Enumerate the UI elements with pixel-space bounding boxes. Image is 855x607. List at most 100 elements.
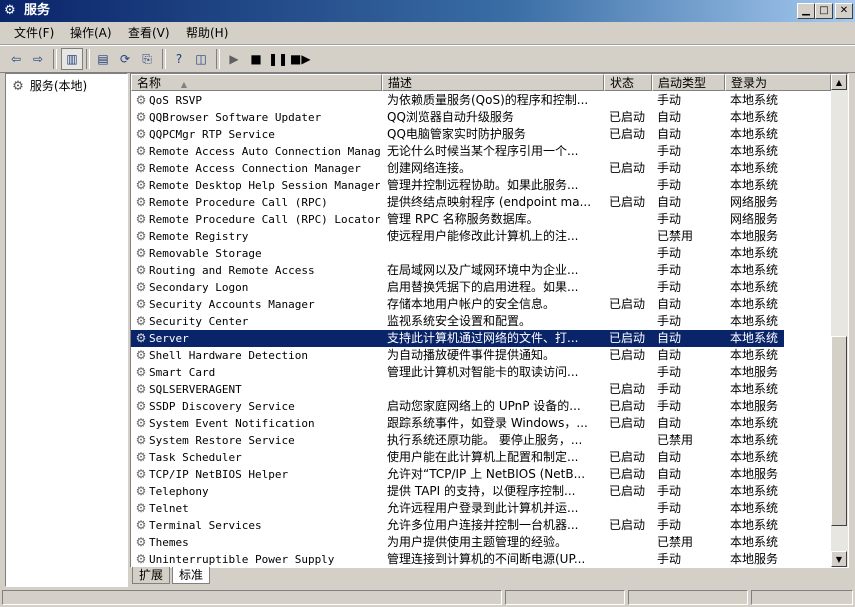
service-row[interactable]: ⚙ Remote Access Auto Connection Manager 无论… bbox=[131, 143, 784, 160]
service-row[interactable]: ⚙ Security Accounts Manager 存储本地用户帐户的安全信息。… bbox=[131, 296, 784, 313]
status-panel-2 bbox=[505, 590, 625, 605]
service-row[interactable]: ⚙ Themes 为用户提供使用主题管理的经验。 已禁用 本地系统 bbox=[131, 534, 784, 551]
help-icon[interactable]: ? bbox=[169, 49, 189, 69]
service-status: 已启动 bbox=[609, 399, 646, 413]
service-description: 使用户能在此计算机上配置和制定... bbox=[387, 450, 579, 464]
forward-icon[interactable]: ⇨ bbox=[28, 49, 48, 69]
menu-help[interactable]: 帮助(H) bbox=[184, 25, 230, 41]
scroll-thumb[interactable] bbox=[831, 336, 847, 526]
menu-action[interactable]: 操作(A) bbox=[68, 25, 114, 41]
scroll-up-button[interactable]: ▲ bbox=[831, 74, 847, 90]
properties-icon[interactable]: ▤ bbox=[93, 49, 113, 69]
service-row[interactable]: ⚙ Server 支持此计算机通过网络的文件、打... 已启动 自动 本地系统 bbox=[131, 330, 784, 347]
service-logon-as: 本地系统 bbox=[730, 331, 779, 345]
export-list-icon[interactable]: ⎘ bbox=[137, 49, 157, 69]
service-row[interactable]: ⚙ Remote Desktop Help Session Manager 管理并控… bbox=[131, 177, 784, 194]
service-description: 启用替换凭据下的启用进程。如果... bbox=[387, 280, 579, 294]
service-row[interactable]: ⚙ TCP/IP NetBIOS Helper 允许对“TCP/IP 上 NetBI… bbox=[131, 466, 784, 483]
service-row[interactable]: ⚙ SQLSERVERAGENT 已启动 手动 本地系统 bbox=[131, 381, 784, 398]
toolbar-separator bbox=[216, 49, 220, 69]
service-logon-as: 本地系统 bbox=[730, 501, 779, 515]
service-logon-as: 本地系统 bbox=[730, 314, 779, 328]
service-name-cell: ⚙ Shell Hardware Detection bbox=[133, 347, 380, 364]
service-row[interactable]: ⚙ Telephony 提供 TAPI 的支持，以便程序控制... 已启动 手动 本地系统 bbox=[131, 483, 784, 500]
gear-icon: ⚙ bbox=[135, 450, 147, 464]
service-row[interactable]: ⚙ Security Center 监视系统安全设置和配置。 手动 本地系统 bbox=[131, 313, 784, 330]
service-logon-as: 本地系统 bbox=[730, 161, 779, 175]
service-name: Secondary Logon bbox=[149, 281, 249, 294]
column-header-startup-type[interactable]: 启动类型 bbox=[652, 74, 725, 91]
service-row[interactable]: ⚙ Uninterruptible Power Supply 管理连接到计算机的不间… bbox=[131, 551, 784, 567]
gear-icon: ⚙ bbox=[135, 382, 147, 396]
service-row[interactable]: ⚙ Telnet 允许远程用户登录到此计算机并运... 手动 本地系统 bbox=[131, 500, 784, 517]
menu-file[interactable]: 文件(F) bbox=[12, 25, 56, 41]
stop-service-icon[interactable]: ■ bbox=[246, 49, 266, 69]
toolbar-separator bbox=[53, 49, 57, 69]
service-name-cell: ⚙ Uninterruptible Power Supply bbox=[133, 551, 380, 567]
service-row[interactable]: ⚙ Remote Registry 使远程用户能修改此计算机上的注... 已禁用 本地服… bbox=[131, 228, 784, 245]
column-header-logon-as[interactable]: 登录为 bbox=[725, 74, 831, 91]
show-action-pane-icon[interactable]: ◫ bbox=[191, 49, 211, 69]
service-row[interactable]: ⚙ Terminal Services 允许多位用户连接并控制一台机器... 已启动手… bbox=[131, 517, 784, 534]
service-name: QoS RSVP bbox=[149, 94, 202, 107]
service-status: 已启动 bbox=[609, 518, 646, 532]
back-icon[interactable]: ⇦ bbox=[6, 49, 26, 69]
tree-item-services-local[interactable]: ⚙ 服务(本地) bbox=[10, 77, 87, 95]
service-row[interactable]: ⚙ Secondary Logon 启用替换凭据下的启用进程。如果... 手动 本地系统 bbox=[131, 279, 784, 296]
service-row[interactable]: ⚙ Remote Procedure Call (RPC) 提供终结点映射程序 (e… bbox=[131, 194, 784, 211]
service-description: 提供 TAPI 的支持，以便程序控制... bbox=[387, 484, 576, 498]
service-startup-type: 手动 bbox=[657, 161, 682, 175]
close-button[interactable]: ✕ bbox=[835, 3, 853, 19]
service-name-cell: ⚙ Removable Storage bbox=[133, 245, 380, 262]
service-name-cell: ⚙ Remote Desktop Help Session Manager bbox=[133, 177, 380, 194]
service-startup-type: 自动 bbox=[657, 127, 682, 141]
service-status bbox=[609, 279, 655, 296]
service-row[interactable]: ⚙ System Restore Service 执行系统还原功能。 要停止服务，.… bbox=[131, 432, 784, 449]
column-header-status[interactable]: 状态 bbox=[604, 74, 652, 91]
tab-standard[interactable]: 标准 bbox=[172, 567, 211, 584]
service-status bbox=[609, 245, 655, 262]
column-header-description[interactable]: 描述 bbox=[382, 74, 604, 91]
menu-view[interactable]: 查看(V) bbox=[126, 25, 172, 41]
service-startup-type: 手动 bbox=[657, 484, 682, 498]
service-description: 支持此计算机通过网络的文件、打... bbox=[387, 331, 579, 345]
service-row[interactable]: ⚙ QQPCMgr RTP Service QQ电脑管家实时防护服务 已启动 自动 本地系… bbox=[131, 126, 784, 143]
service-logon-as: 本地系统 bbox=[730, 178, 779, 192]
start-service-icon[interactable]: ▶ bbox=[224, 49, 244, 69]
services-app-icon[interactable]: ⚙ bbox=[4, 3, 20, 19]
service-logon-as: 本地系统 bbox=[730, 450, 779, 464]
gear-icon: ⚙ bbox=[135, 144, 147, 158]
gear-icon: ⚙ bbox=[135, 263, 147, 277]
service-row[interactable]: ⚙ QQBrowser Software Updater QQ浏览器自动升级服务 已启… bbox=[131, 109, 784, 126]
service-logon-as: 本地系统 bbox=[730, 246, 779, 260]
service-status: 已启动 bbox=[609, 484, 646, 498]
service-description: 提供终结点映射程序 (endpoint ma... bbox=[387, 195, 592, 209]
service-row[interactable]: ⚙ SSDP Discovery Service 启动您家庭网络上的 UPnP 设备… bbox=[131, 398, 784, 415]
tab-extended[interactable]: 扩展 bbox=[132, 567, 171, 584]
service-logon-as: 网络服务 bbox=[730, 212, 779, 226]
service-name: System Event Notification bbox=[149, 417, 315, 430]
column-header-name[interactable]: 名称 ▲ bbox=[131, 74, 382, 91]
restart-service-icon[interactable]: ■▶ bbox=[290, 49, 311, 69]
scroll-down-button[interactable]: ▼ bbox=[831, 551, 847, 567]
service-row[interactable]: ⚙ Smart Card 管理此计算机对智能卡的取读访问... 手动 本地服务 bbox=[131, 364, 784, 381]
pause-service-icon[interactable]: ❚❚ bbox=[268, 49, 288, 69]
maximize-button[interactable]: □ bbox=[815, 3, 833, 19]
service-logon-as: 本地服务 bbox=[730, 467, 779, 481]
service-row[interactable]: ⚙ Routing and Remote Access 在局域网以及广域网环境中为企… bbox=[131, 262, 784, 279]
minimize-button[interactable]: ▁ bbox=[797, 3, 815, 19]
service-row[interactable]: ⚙ QoS RSVP 为依赖质量服务(QoS)的程序和控制... 手动 本地系统 bbox=[131, 92, 784, 109]
service-row[interactable]: ⚙ System Event Notification 跟踪系统事件，如登录 Win… bbox=[131, 415, 784, 432]
service-startup-type: 已禁用 bbox=[657, 229, 694, 243]
service-status bbox=[609, 551, 655, 567]
service-row[interactable]: ⚙ Task Scheduler 使用户能在此计算机上配置和制定... 已启动 自动 本地… bbox=[131, 449, 784, 466]
service-row[interactable]: ⚙ Removable Storage 手动 本地系统 bbox=[131, 245, 784, 262]
service-row[interactable]: ⚙ Remote Procedure Call (RPC) Locator 管理 R… bbox=[131, 211, 784, 228]
service-row[interactable]: ⚙ Remote Access Connection Manager 创建网络连接。… bbox=[131, 160, 784, 177]
show-hide-tree-icon[interactable]: ▥ bbox=[61, 48, 83, 70]
refresh-icon[interactable]: ⟳ bbox=[115, 49, 135, 69]
service-row[interactable]: ⚙ Shell Hardware Detection 为自动播放硬件事件提供通知。 已… bbox=[131, 347, 784, 364]
vertical-scrollbar[interactable]: ▲ ▼ bbox=[831, 74, 848, 567]
service-name: Themes bbox=[149, 536, 189, 549]
service-startup-type: 手动 bbox=[657, 246, 682, 260]
